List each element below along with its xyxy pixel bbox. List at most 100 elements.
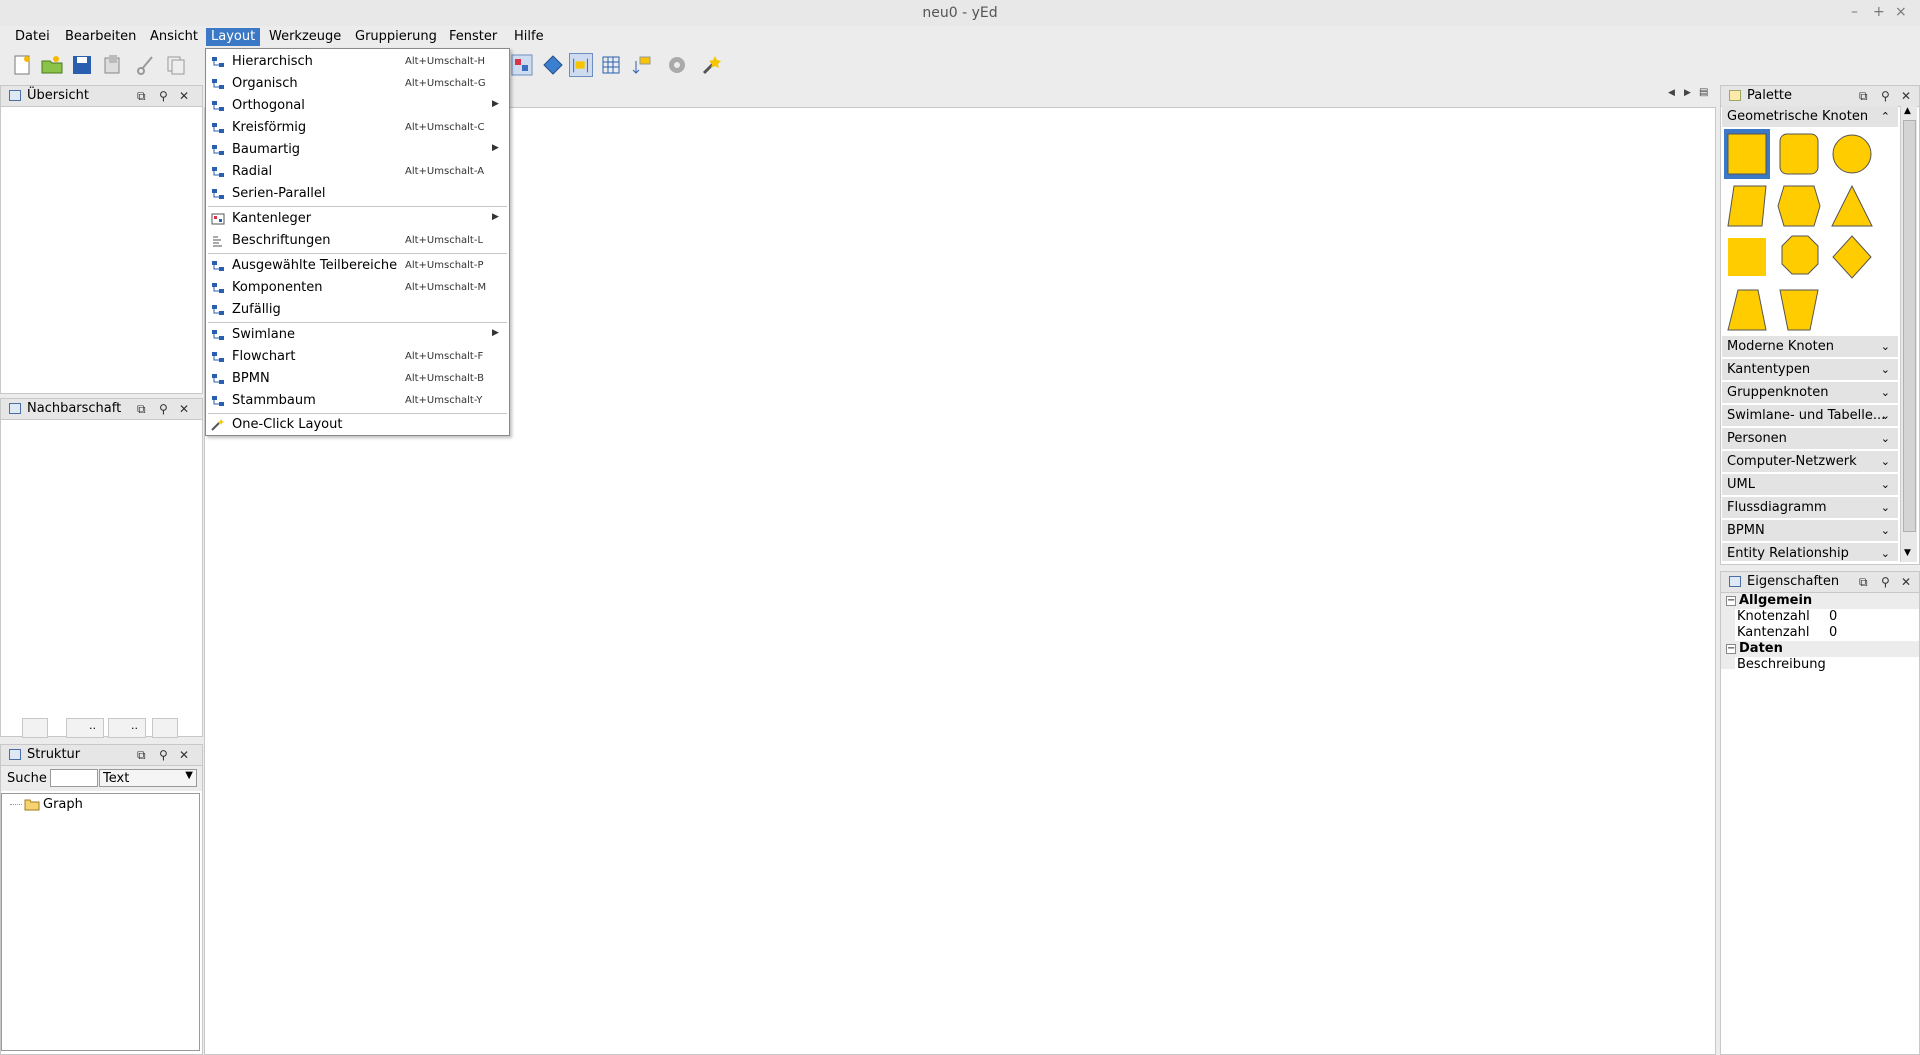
menu-item-one-click-layout[interactable]: One-Click Layout <box>206 414 509 436</box>
structure-header: Struktur ⧉ ⚲ ✕ <box>1 745 202 766</box>
menu-gruppierung[interactable]: Gruppierung <box>350 28 442 46</box>
expand-icon: ⌄ <box>1880 363 1890 376</box>
row-edgecount[interactable]: Kantenzahl 0 <box>1735 625 1919 641</box>
neighborhood-tab-4[interactable] <box>152 718 178 738</box>
menu-item-baumartig[interactable]: Baumartig ▶ <box>206 139 509 161</box>
properties-header: Eigenschaften ⧉ ⚲ ✕ <box>1721 572 1919 593</box>
neighborhood-tab-3[interactable]: .. <box>108 718 146 738</box>
menu-werkzeuge[interactable]: Werkzeuge <box>264 28 346 46</box>
menu-item-zufaellig[interactable]: Zufällig <box>206 299 509 321</box>
overview-header: Übersicht ⧉ ⚲ ✕ <box>1 86 202 107</box>
tree-root-graph[interactable]: Graph <box>43 797 83 812</box>
pin-icon[interactable]: ⚲ <box>159 745 168 765</box>
palette-section-8[interactable]: Flussdiagramm ⌄ <box>1722 497 1898 519</box>
palette-section-9[interactable]: BPMN ⌄ <box>1722 520 1898 542</box>
menu-item-serien-parallel[interactable]: Serien-Parallel <box>206 183 509 205</box>
close-panel-icon[interactable]: ✕ <box>179 745 189 765</box>
search-mode-select[interactable]: Text ▼ <box>99 769 197 787</box>
collapse-data-icon[interactable]: − <box>1726 644 1736 654</box>
menu-item-kreisfoermig[interactable]: Kreisförmig Alt+Umschalt-C <box>206 117 509 139</box>
new-document-icon[interactable] <box>10 53 34 77</box>
menu-item-stammbaum[interactable]: Stammbaum Alt+Umschalt-Y <box>206 390 509 412</box>
one-click-layout-icon[interactable] <box>700 53 724 77</box>
close-panel-icon[interactable]: ✕ <box>179 86 189 106</box>
palette-scrollbar[interactable]: ▲ ▼ <box>1900 106 1917 562</box>
palette-section-7[interactable]: UML ⌄ <box>1722 474 1898 496</box>
menu-item-hierarchisch[interactable]: Hierarchisch Alt+Umschalt-H <box>206 51 509 73</box>
menu-bearbeiten[interactable]: Bearbeiten <box>60 28 141 46</box>
canvas-nav-right-icon[interactable]: ▶ <box>1684 88 1691 98</box>
scroll-up-icon[interactable]: ▲ <box>1904 106 1911 116</box>
menu-item-kantenleger[interactable]: Kantenleger ▶ <box>206 208 509 230</box>
row-description[interactable]: Beschreibung <box>1735 657 1919 673</box>
float-icon[interactable]: ⧉ <box>137 86 146 106</box>
folder-icon <box>24 799 40 811</box>
orthogonal-edge-icon[interactable] <box>630 53 654 77</box>
palette-section-4[interactable]: Swimlane- und Tabelle... ⌄ <box>1722 405 1898 427</box>
shape-grid[interactable] <box>1722 128 1898 336</box>
layout-tool-icon[interactable] <box>510 53 534 77</box>
snap-lines-icon[interactable] <box>569 53 593 77</box>
menu-item-orthogonal[interactable]: Orthogonal ▶ <box>206 95 509 117</box>
diamond-tool-icon[interactable] <box>541 53 565 77</box>
layout-icon <box>212 374 224 384</box>
collapse-general-icon[interactable]: − <box>1726 596 1736 606</box>
palette-section-6[interactable]: Computer-Netzwerk ⌄ <box>1722 451 1898 473</box>
row-nodecount[interactable]: Knotenzahl 0 <box>1735 609 1919 625</box>
menu-item-komponenten[interactable]: Komponenten Alt+Umschalt-M <box>206 277 509 299</box>
palette-section-5[interactable]: Personen ⌄ <box>1722 428 1898 450</box>
palette-section-1[interactable]: Moderne Knoten ⌄ <box>1722 336 1898 358</box>
structure-search-input[interactable] <box>50 769 98 787</box>
pin-icon[interactable]: ⚲ <box>1881 572 1890 592</box>
menu-hilfe[interactable]: Hilfe <box>509 28 549 46</box>
properties-table: − Allgemein Knotenzahl 0 Kantenzahl 0 − … <box>1721 593 1919 673</box>
canvas-menu-icon[interactable]: ▤ <box>1699 87 1708 98</box>
pin-icon[interactable]: ⚲ <box>159 86 168 106</box>
pin-icon[interactable]: ⚲ <box>1881 86 1890 106</box>
settings-gear-icon[interactable] <box>665 53 689 77</box>
menu-datei[interactable]: Datei <box>10 28 55 46</box>
expand-icon: ⌄ <box>1880 501 1890 514</box>
close-panel-icon[interactable]: ✕ <box>179 399 189 419</box>
export-icon[interactable] <box>100 53 124 77</box>
scrollbar-thumb[interactable] <box>1903 120 1916 532</box>
layout-icon <box>212 57 224 67</box>
float-icon[interactable]: ⧉ <box>137 399 146 419</box>
minimize-icon[interactable]: – <box>1851 4 1858 20</box>
cut-icon[interactable] <box>134 53 158 77</box>
label-placement-icon <box>213 236 222 247</box>
scroll-down-icon[interactable]: ▼ <box>1904 548 1911 558</box>
layout-icon <box>212 305 224 315</box>
float-icon[interactable]: ⧉ <box>137 745 146 765</box>
copy-icon[interactable] <box>164 53 188 77</box>
close-panel-icon[interactable]: ✕ <box>1901 86 1911 106</box>
menu-item-radial[interactable]: Radial Alt+Umschalt-A <box>206 161 509 183</box>
menu-ansicht[interactable]: Ansicht <box>145 28 203 46</box>
palette-section-geometric[interactable]: Geometrische Knoten ⌃ <box>1722 106 1898 128</box>
menu-item-swimlane[interactable]: Swimlane ▶ <box>206 324 509 346</box>
layout-icon <box>212 167 224 177</box>
menu-item-bpmn[interactable]: BPMN Alt+Umschalt-B <box>206 368 509 390</box>
close-panel-icon[interactable]: ✕ <box>1901 572 1911 592</box>
menu-item-flowchart[interactable]: Flowchart Alt+Umschalt-F <box>206 346 509 368</box>
open-folder-icon[interactable] <box>40 53 64 77</box>
grid-icon[interactable] <box>599 53 623 77</box>
save-icon[interactable] <box>70 53 94 77</box>
neighborhood-tab-2[interactable]: .. <box>66 718 104 738</box>
pin-icon[interactable]: ⚲ <box>159 399 168 419</box>
float-icon[interactable]: ⧉ <box>1859 86 1868 106</box>
menu-item-teilbereiche[interactable]: Ausgewählte Teilbereiche Alt+Umschalt-P <box>206 255 509 277</box>
palette-section-10[interactable]: Entity Relationship ⌄ <box>1722 543 1898 562</box>
layout-icon <box>212 145 224 155</box>
menu-item-beschriftungen[interactable]: Beschriftungen Alt+Umschalt-L <box>206 230 509 252</box>
palette-section-2[interactable]: Kantentypen ⌄ <box>1722 359 1898 381</box>
palette-section-3[interactable]: Gruppenknoten ⌄ <box>1722 382 1898 404</box>
menu-fenster[interactable]: Fenster <box>444 28 502 46</box>
menu-layout[interactable]: Layout <box>206 28 261 46</box>
neighborhood-tab-1[interactable] <box>22 718 48 738</box>
menu-item-organisch[interactable]: Organisch Alt+Umschalt-G <box>206 73 509 95</box>
canvas-nav-left-icon[interactable]: ◀ <box>1668 88 1675 98</box>
maximize-icon[interactable]: + <box>1873 4 1885 20</box>
float-icon[interactable]: ⧉ <box>1859 572 1868 592</box>
close-icon[interactable]: × <box>1895 4 1907 20</box>
